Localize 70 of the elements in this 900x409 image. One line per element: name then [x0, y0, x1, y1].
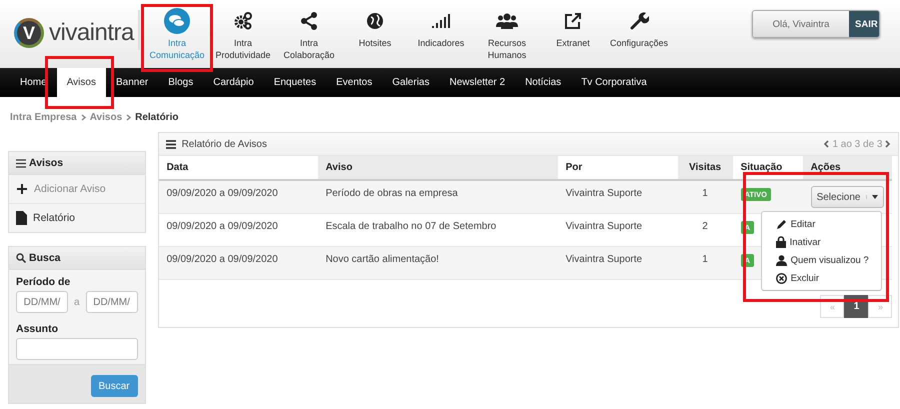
- logo-text: vivaintra: [49, 19, 134, 47]
- nav-tab[interactable]: Tv Corporativa: [571, 68, 657, 97]
- table-cell: 1: [678, 247, 733, 280]
- sidebar-item[interactable]: Relatório: [9, 204, 145, 232]
- module-tab[interactable]: Recursos Humanos: [474, 0, 540, 61]
- signal-bars-icon: [431, 11, 451, 31]
- panel-title: Avisos: [29, 157, 64, 169]
- gears-icon: [233, 11, 253, 31]
- padlock-icon: [776, 236, 786, 248]
- globe-icon: [365, 11, 385, 31]
- document-icon: [16, 211, 27, 225]
- nav-tab[interactable]: Banner: [106, 68, 158, 97]
- record-range: 1 ao 3 de 3: [832, 138, 882, 150]
- table-cell: Vivaintra Suporte: [558, 181, 678, 214]
- person-icon: [776, 254, 787, 266]
- nav-tab[interactable]: Enquetes: [264, 68, 326, 97]
- table-cell: 09/09/2020 a 09/09/2020: [158, 181, 318, 214]
- column-header[interactable]: Visitas: [678, 156, 733, 181]
- chat-bubbles-icon: [164, 8, 190, 34]
- module-tab[interactable]: Extranet: [540, 0, 606, 49]
- module-tab[interactable]: Configurações: [606, 0, 672, 49]
- people-icon: [496, 11, 518, 31]
- chevron-left-icon: [823, 140, 830, 148]
- module-tab[interactable]: Hotsites: [342, 0, 408, 49]
- table-cell: 09/09/2020 a 09/09/2020: [158, 247, 318, 280]
- menu-item[interactable]: Inativar: [762, 233, 881, 251]
- range-separator: a: [74, 296, 80, 308]
- logo-mark: V: [14, 18, 44, 48]
- field-label: Assunto: [16, 323, 59, 335]
- nav-tab[interactable]: Avisos: [56, 68, 106, 97]
- chevron-right-icon: [885, 140, 892, 148]
- circled-x-icon: [776, 272, 787, 284]
- nav-tab[interactable]: Blogs: [158, 68, 204, 97]
- menu-icon: [16, 158, 26, 168]
- search-icon: [16, 253, 26, 263]
- logout-button[interactable]: SAIR: [849, 11, 879, 37]
- menu-item[interactable]: Editar: [762, 215, 881, 233]
- subject-field[interactable]: [16, 338, 138, 360]
- panel-title: Busca: [29, 252, 61, 264]
- nav-tab[interactable]: Newsletter 2: [439, 68, 516, 97]
- wrench-icon: [629, 11, 649, 31]
- share-icon: [299, 11, 319, 31]
- actions-dropdown[interactable]: Selecione: [810, 186, 884, 208]
- user-greeting: Olá, Vivaintra: [753, 11, 849, 37]
- breadcrumb-link[interactable]: Avisos: [90, 112, 122, 122]
- date-from-field[interactable]: DD/MM/: [16, 291, 68, 313]
- nav-tab[interactable]: Cardápio: [203, 68, 264, 97]
- panel-title: Relatório de Avisos: [182, 138, 267, 150]
- field-label: Período de: [16, 276, 72, 288]
- chevron-icon: [126, 114, 132, 120]
- module-tab[interactable]: Intra Colaboração: [276, 0, 342, 61]
- date-to-field[interactable]: DD/MM/: [86, 291, 138, 313]
- pencil-icon: [776, 218, 787, 230]
- module-tab[interactable]: Intra Produtividade: [210, 0, 276, 61]
- chevron-icon: [80, 114, 86, 120]
- list-icon: [166, 140, 176, 148]
- nav-tab[interactable]: Galerias: [382, 68, 440, 97]
- breadcrumb-current: Relatório: [135, 112, 178, 122]
- table-cell: Novo cartão alimentação!: [318, 247, 558, 280]
- nav-tab[interactable]: Eventos: [326, 68, 382, 97]
- module-tab[interactable]: Indicadores: [408, 0, 474, 49]
- table-cell: 1: [678, 181, 733, 214]
- table-cell: Período de obras na empresa: [318, 181, 558, 214]
- external-link-icon: [563, 11, 583, 31]
- nav-tab[interactable]: Notícias: [515, 68, 572, 97]
- table-cell: Vivaintra Suporte: [558, 247, 678, 280]
- plus-icon: [16, 183, 28, 195]
- breadcrumb-link[interactable]: Intra Empresa: [10, 112, 77, 122]
- caret-icon: [872, 195, 878, 199]
- column-header[interactable]: Aviso: [318, 156, 558, 181]
